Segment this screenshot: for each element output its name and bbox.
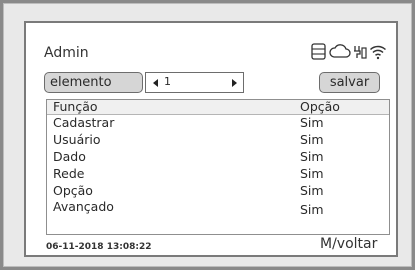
column-header-function: Função (53, 99, 98, 114)
table-row[interactable]: Usuário Sim (47, 132, 389, 148)
table-row[interactable]: Dado Sim (47, 149, 389, 165)
row-option: Sim (300, 132, 324, 147)
row-option: Sim (300, 115, 324, 130)
table-header: Função Opção (47, 100, 389, 115)
table-row[interactable]: Cadastrar Sim (47, 115, 389, 131)
element-stepper[interactable]: 1 (145, 72, 244, 93)
row-function: Avançado (53, 199, 114, 214)
row-function: Rede (53, 166, 85, 181)
page-title: Admin (44, 45, 89, 61)
element-button[interactable]: elemento (44, 72, 143, 93)
stepper-value: 1 (164, 75, 171, 88)
list-icon (311, 43, 326, 60)
row-option: Sim (300, 183, 324, 198)
screen: Admin elemento 1 salvar Função Opção Cad… (24, 21, 398, 257)
arrow-right-icon[interactable] (232, 79, 237, 87)
status-icons (311, 43, 387, 63)
table-row[interactable]: Opção Sim (47, 183, 389, 199)
row-option: Sim (300, 202, 324, 217)
row-function: Usuário (53, 132, 101, 147)
column-header-option: Opção (300, 99, 340, 114)
table-row[interactable]: Avançado Sim (47, 199, 389, 217)
device-frame: Admin elemento 1 salvar Função Opção Cad… (3, 3, 412, 267)
row-function: Opção (53, 183, 93, 198)
options-table: Função Opção Cadastrar Sim Usuário Sim D… (46, 99, 390, 235)
back-label[interactable]: M/voltar (320, 236, 377, 252)
cloud-icon (329, 44, 351, 58)
row-option: Sim (300, 149, 324, 164)
row-function: Cadastrar (53, 115, 115, 130)
save-button[interactable]: salvar (319, 72, 380, 93)
datetime: 06-11-2018 13:08:22 (46, 242, 152, 252)
row-function: Dado (53, 149, 86, 164)
wifi-icon (369, 45, 387, 60)
arrow-left-icon[interactable] (153, 79, 158, 87)
row-option: Sim (300, 166, 324, 181)
network-icon (354, 46, 367, 59)
table-row[interactable]: Rede Sim (47, 166, 389, 182)
